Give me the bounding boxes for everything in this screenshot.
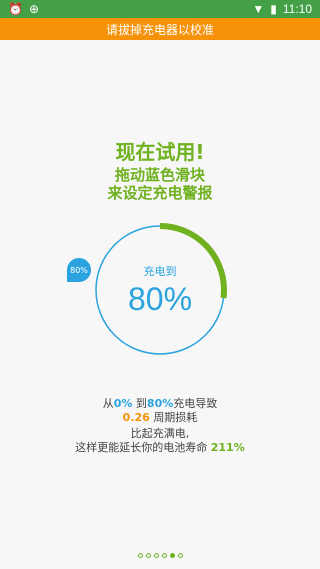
subtitle-line1: 拖动蓝色滑块 <box>114 166 205 184</box>
status-bar: ⏰ ⊕ ▼ ▮ 11:10 <box>0 0 320 18</box>
page-dot <box>137 553 143 558</box>
battery-icon: ▮ <box>270 2 277 16</box>
page-dot <box>161 553 167 558</box>
page-title: 现在试用! <box>115 140 205 164</box>
page-dot <box>145 553 151 558</box>
page-dot <box>177 553 183 558</box>
subtitle: 拖动蓝色滑块 来设定充电警报 <box>0 166 320 202</box>
unplug-banner: 请拔掉充电器以校准 <box>0 18 320 40</box>
extend-value: 211% <box>210 441 245 454</box>
charge-to-value: 80% <box>127 281 193 317</box>
wifi-icon: ▼ <box>252 2 265 16</box>
info-line4: 这样更能延长你的电池寿命 211% <box>0 439 320 455</box>
page-indicator <box>0 553 320 558</box>
page-dot <box>153 553 159 558</box>
extend-text: 这样更能延长你的电池寿命 <box>75 441 208 454</box>
subtitle-line2: 来设定充电警报 <box>107 184 213 202</box>
cycle-value: 0.26 <box>122 411 150 424</box>
page-dot <box>169 553 175 558</box>
charge-to-label: 充电到 <box>143 265 177 278</box>
cycle-suffix: 周期损耗 <box>153 411 198 424</box>
notification-icon: ⊕ <box>28 2 40 16</box>
info-line2: 0.26 周期损耗 <box>0 409 320 425</box>
alarm-icon: ⏰ <box>8 2 23 16</box>
clock: 11:10 <box>282 2 312 16</box>
